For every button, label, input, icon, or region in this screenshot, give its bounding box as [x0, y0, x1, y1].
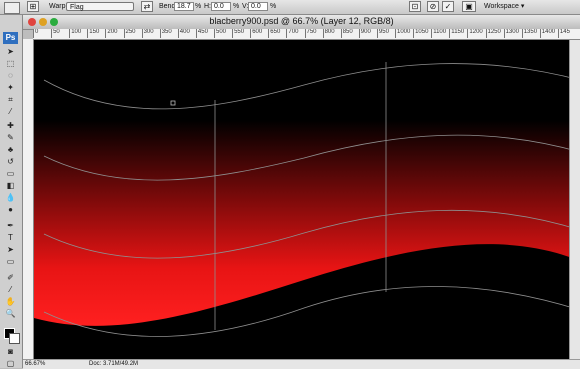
ruler-tick-label: 145 [557, 29, 570, 38]
ruler-tick-label: 800 [322, 29, 335, 38]
cancel-transform-icon[interactable]: ⊘ [427, 1, 439, 12]
ruler-tick-label: 750 [304, 29, 317, 38]
change-warp-orientation-icon[interactable]: ⇄ [141, 1, 153, 12]
ruler-tick-label: 1200 [467, 29, 483, 38]
h-label: H: [204, 3, 211, 10]
toolbox-header [0, 15, 23, 30]
v-distortion-input[interactable]: 0.0 [248, 2, 268, 11]
ruler-tick-label: 300 [141, 29, 154, 38]
bend-input[interactable]: 18.7 [174, 2, 194, 11]
ruler-tick-label: 200 [105, 29, 117, 38]
warp-label: Warp: [49, 3, 68, 10]
quick-mask-icon[interactable]: ◙ [3, 346, 18, 357]
brush-tool-icon[interactable]: ✎ [3, 132, 18, 143]
workspace-label: Workspace [484, 3, 519, 10]
ruler-tick-label: 500 [214, 29, 226, 38]
dodge-tool-icon[interactable]: ● [3, 204, 18, 215]
h-unit: % [233, 3, 240, 10]
options-bar: ⊞ Warp: Flag ⇄ Bend: 18.7 % H: 0.0 % V: … [0, 0, 580, 15]
ruler-tick-label: 600 [250, 29, 262, 38]
eyedropper-tool-icon[interactable]: ⁄ [3, 106, 18, 117]
blur-tool-icon[interactable]: 💧 [3, 192, 18, 203]
magic-wand-tool-icon[interactable]: ✦ [3, 82, 18, 93]
canvas[interactable] [34, 40, 580, 359]
document-window: blacberry900.psd @ 66.7% (Layer 12, RGB/… [23, 15, 580, 369]
ruler-tick-label: 1100 [431, 29, 446, 38]
artwork-svg [34, 40, 580, 359]
ruler-tick-label: 250 [123, 29, 136, 38]
ruler-tick-label: 50 [51, 29, 60, 38]
history-brush-tool-icon[interactable]: ↺ [3, 156, 18, 167]
v-unit: % [270, 3, 277, 10]
toolbox: Ps ➤ ⬚ ◌ ✦ ⌗ ⁄ ✚ ✎ ♣ ↺ ▭ ◧ 💧 ● ✒ T ➤ ▭ ✐… [0, 30, 23, 368]
ruler-tick-label: 1300 [503, 29, 519, 38]
ruler-tick-label: 650 [268, 29, 280, 38]
document-title: blacberry900.psd @ 66.7% (Layer 12, RGB/… [209, 16, 394, 26]
ruler-tick-label: 1350 [521, 29, 537, 38]
ruler-tick-label: 950 [376, 29, 389, 38]
path-selection-tool-icon[interactable]: ➤ [3, 244, 18, 255]
ruler-tick-label: 550 [232, 29, 244, 38]
workspace-menu[interactable]: Workspace ▾ [484, 2, 524, 12]
gradient-tool-icon[interactable]: ◧ [3, 180, 18, 191]
warp-mode-icon[interactable]: ⊞ [27, 1, 39, 12]
screen-mode-icon[interactable]: ▢ [3, 358, 18, 369]
bend-unit: % [195, 3, 202, 10]
crop-tool-icon[interactable]: ⌗ [3, 94, 18, 105]
eyedropper2-tool-icon[interactable]: ⁄ [3, 284, 18, 295]
warp-style-select[interactable]: Flag [66, 2, 134, 11]
healing-brush-tool-icon[interactable]: ✚ [3, 120, 18, 131]
move-tool-icon[interactable]: ➤ [3, 46, 18, 57]
eraser-tool-icon[interactable]: ▭ [3, 168, 18, 179]
ruler-tick-label: 1400 [539, 29, 555, 38]
ruler-tick-label: 400 [177, 29, 190, 38]
transform-mode-icon[interactable]: ⊡ [409, 1, 421, 12]
ruler-tick-label: 1000 [395, 29, 410, 38]
background-color-swatch[interactable] [9, 333, 20, 344]
photoshop-logo: Ps [3, 32, 18, 44]
ruler-tick-label: 350 [159, 29, 172, 38]
clone-stamp-tool-icon[interactable]: ♣ [3, 144, 18, 155]
tool-preset-picker[interactable] [4, 2, 20, 14]
ruler-tick-label: 100 [69, 29, 81, 38]
lasso-tool-icon[interactable]: ◌ [3, 70, 18, 81]
horizontal-ruler[interactable]: 0 50 100 150 200 250 300 350 400 450 500 550 600 650 7… [33, 29, 580, 40]
ruler-tick-label: 700 [286, 29, 298, 38]
warp-style-value: Flag [70, 4, 84, 11]
hand-tool-icon[interactable]: ✋ [3, 296, 18, 307]
ruler-tick-label: 150 [87, 29, 99, 38]
ruler-tick-label: 900 [358, 29, 371, 38]
h-distortion-input[interactable]: 0.0 [211, 2, 231, 11]
ruler-tick-label: 1050 [413, 29, 428, 38]
vertical-ruler[interactable] [23, 39, 34, 359]
ruler-tick-label: 0 [33, 29, 38, 38]
bridge-icon[interactable]: ▣ [462, 1, 476, 12]
type-tool-icon[interactable]: T [3, 232, 18, 243]
document-titlebar[interactable]: blacberry900.psd @ 66.7% (Layer 12, RGB/… [23, 15, 580, 30]
marquee-tool-icon[interactable]: ⬚ [3, 58, 18, 69]
vertical-scrollbar[interactable] [569, 40, 580, 359]
shape-tool-icon[interactable]: ▭ [3, 256, 18, 267]
ruler-tick-label: 1150 [449, 29, 464, 38]
ruler-tick-label: 850 [340, 29, 353, 38]
ruler-tick-label: 450 [195, 29, 208, 38]
notes-tool-icon[interactable]: ✐ [3, 272, 18, 283]
ruler-tick-label: 1250 [485, 29, 501, 38]
pen-tool-icon[interactable]: ✒ [3, 220, 18, 231]
warp-handle[interactable] [170, 100, 176, 106]
commit-transform-icon[interactable]: ✓ [442, 1, 454, 12]
zoom-tool-icon[interactable]: 🔍 [3, 308, 18, 319]
